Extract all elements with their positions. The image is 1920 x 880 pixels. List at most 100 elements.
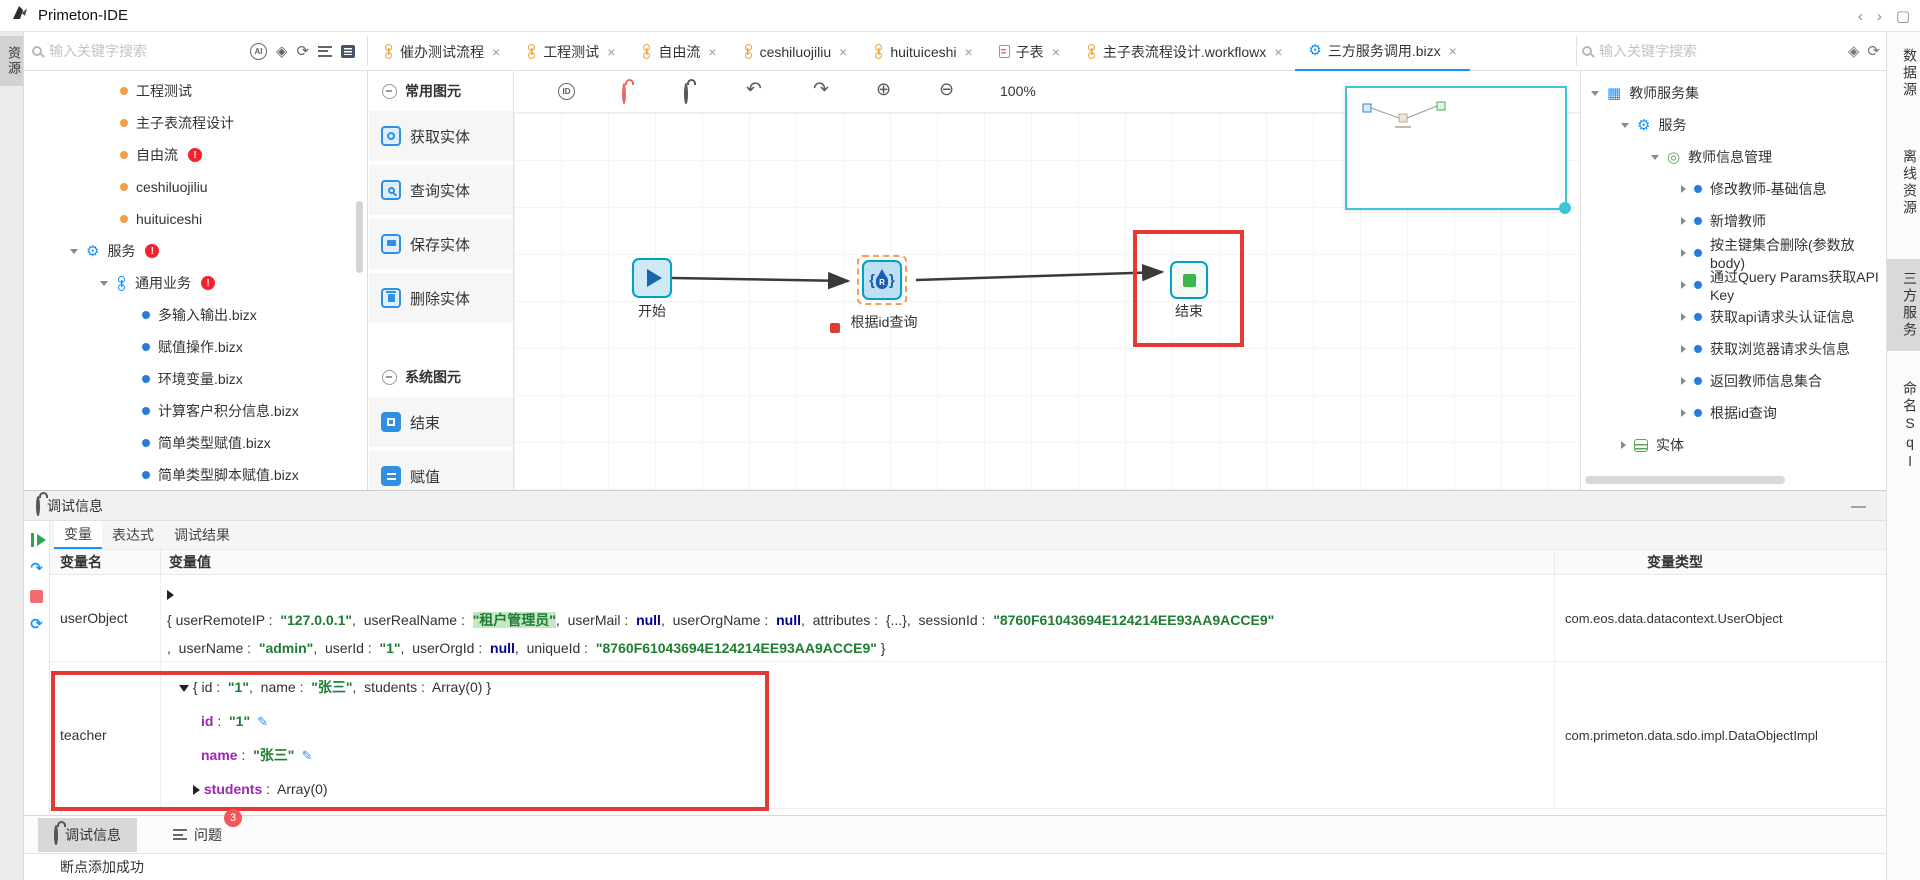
window-restore-icon[interactable]: ▢	[1896, 7, 1910, 25]
close-icon[interactable]: ×	[1274, 44, 1282, 60]
tree-item-service[interactable]: ⚙ 服务	[1581, 109, 1886, 141]
refresh-icon[interactable]: ⟳	[297, 44, 310, 59]
close-icon[interactable]: ×	[965, 44, 973, 60]
caret-right-icon[interactable]	[1681, 249, 1686, 257]
tab-zibiao[interactable]: 子表 ×	[986, 32, 1073, 71]
zoom-in-icon[interactable]: ⊕	[876, 80, 891, 98]
debug-tab-expressions[interactable]: 表达式	[102, 521, 164, 549]
tree-item-service-op[interactable]: 返回教师信息集合	[1581, 365, 1886, 397]
caret-right-icon[interactable]	[1681, 345, 1686, 353]
id-badge-icon[interactable]: ID	[558, 83, 575, 100]
horizontal-scrollbar[interactable]	[1585, 476, 1785, 484]
close-icon[interactable]: ×	[708, 44, 716, 60]
tree-item[interactable]: 工程测试	[24, 75, 367, 107]
guard-icon[interactable]: ◈	[276, 44, 288, 59]
card-view-icon[interactable]	[341, 45, 355, 58]
caret-down-icon[interactable]	[70, 249, 78, 254]
breakpoint-marker[interactable]	[830, 323, 840, 333]
tab-huituiceshi[interactable]: huituiceshi ×	[860, 32, 985, 71]
caret-right-icon[interactable]	[1681, 217, 1686, 225]
caret-down-icon[interactable]	[1621, 123, 1629, 128]
tree-item-service-op[interactable]: 按主键集合删除(参数放body)	[1581, 237, 1886, 269]
tree-item[interactable]: 简单类型脚本赋值.bizx	[24, 459, 367, 490]
palette-item-delete-entity[interactable]: 删除实体	[369, 273, 513, 323]
caret-right-icon[interactable]	[1681, 281, 1686, 289]
debug-run-icon[interactable]	[622, 85, 626, 103]
tree-item-service-op[interactable]: 获取api请求头认证信息	[1581, 301, 1886, 333]
debug-tab-variables[interactable]: 变量	[54, 521, 102, 549]
tree-item-services[interactable]: ⚙ 服务 !	[24, 235, 367, 267]
zoom-out-icon[interactable]: ⊖	[939, 80, 954, 98]
palette-item-save-entity[interactable]: 保存实体	[369, 219, 513, 269]
bottom-tab-problems[interactable]: 问题 3	[157, 818, 238, 852]
tree-item-service-op[interactable]: 根据id查询	[1581, 397, 1886, 429]
zoom-level[interactable]: 100%	[1000, 83, 1036, 99]
caret-right-icon[interactable]	[1681, 409, 1686, 417]
minimap-resize-handle[interactable]	[1559, 202, 1571, 214]
strip-tab-namedsql[interactable]: 命名Sql	[1887, 369, 1920, 484]
close-icon[interactable]: ×	[1052, 44, 1060, 60]
nav-forward-icon[interactable]: ›	[1877, 8, 1882, 25]
debug-tab-results[interactable]: 调试结果	[164, 521, 240, 549]
rerun-icon[interactable]: ⟳	[30, 617, 43, 632]
tree-item[interactable]: 主子表流程设计	[24, 107, 367, 139]
tab-cuibanceshiliucheng[interactable]: 催办测试流程 ×	[370, 32, 513, 71]
close-icon[interactable]: ×	[492, 44, 500, 60]
close-icon[interactable]: ×	[607, 44, 615, 60]
palette-section-common[interactable]: 常用图元	[369, 71, 513, 111]
tree-item[interactable]: 环境变量.bizx	[24, 363, 367, 395]
guard-icon[interactable]: ◈	[1848, 44, 1860, 59]
stop-icon[interactable]	[30, 590, 43, 603]
minimap[interactable]	[1345, 86, 1567, 210]
bottom-tab-debug[interactable]: 调试信息	[38, 818, 137, 852]
palette-item-end[interactable]: 结束	[369, 397, 513, 447]
caret-right-icon[interactable]	[1681, 313, 1686, 321]
resume-icon[interactable]	[31, 533, 43, 547]
node-start[interactable]	[632, 258, 672, 298]
sort-list-icon[interactable]	[318, 46, 332, 57]
caret-right-icon[interactable]	[1681, 185, 1686, 193]
minimize-icon[interactable]: —	[1851, 491, 1866, 521]
palette-item-assign[interactable]: 赋值	[369, 451, 513, 490]
expander-icon[interactable]	[167, 590, 174, 600]
tree-item-service-set[interactable]: ▦ 教师服务集	[1581, 77, 1886, 109]
redo-icon[interactable]: ↷	[813, 80, 829, 99]
palette-section-system[interactable]: 系统图元	[369, 357, 513, 397]
tree-item[interactable]: huituiceshi	[24, 203, 367, 235]
tree-item-common-business[interactable]: 通用业务 !	[24, 267, 367, 299]
palette-item-get-entity[interactable]: 获取实体	[369, 111, 513, 161]
tree-item[interactable]: 自由流 !	[24, 139, 367, 171]
tab-ceshiluojiliu[interactable]: ceshiluojiliu ×	[730, 32, 861, 71]
tab-workflowx[interactable]: 主子表流程设计.workflowx ×	[1073, 32, 1296, 71]
variable-row-userobject[interactable]: userObject { userRemoteIP : "127.0.0.1",…	[50, 575, 1886, 662]
close-icon[interactable]: ×	[1449, 43, 1457, 59]
left-search-input[interactable]	[49, 43, 199, 59]
strip-tab-offline[interactable]: 离线资源	[1887, 137, 1920, 229]
node-task-selected[interactable]: {R}	[857, 255, 907, 305]
tab-sanfangfuwudiaoyong-active[interactable]: ⚙ 三方服务调用.bizx ×	[1295, 32, 1469, 71]
tree-item-service-op[interactable]: 通过Query Params获取API Key	[1581, 269, 1886, 301]
ai-icon[interactable]: AI	[250, 43, 267, 60]
tree-item[interactable]: 计算客户积分信息.bizx	[24, 395, 367, 427]
tree-item-entity[interactable]: 实体	[1581, 429, 1886, 461]
undo-icon[interactable]: ↶	[746, 80, 762, 99]
strip-tab-thirdparty-active[interactable]: 三方服务	[1887, 259, 1920, 351]
caret-right-icon[interactable]	[1621, 441, 1626, 449]
close-icon[interactable]: ×	[839, 44, 847, 60]
palette-item-query-entity[interactable]: 查询实体	[369, 165, 513, 215]
tree-item[interactable]: 多输入输出.bizx	[24, 299, 367, 331]
tree-item[interactable]: ceshiluojiliu	[24, 171, 367, 203]
tree-item-teacher-mgmt[interactable]: ◎ 教师信息管理	[1581, 141, 1886, 173]
tree-item-service-op[interactable]: 获取浏览器请求头信息	[1581, 333, 1886, 365]
caret-down-icon[interactable]	[100, 281, 108, 286]
tree-item[interactable]: 简单类型赋值.bizx	[24, 427, 367, 459]
collapse-icon[interactable]	[382, 84, 397, 99]
tree-item-service-op[interactable]: 修改教师-基础信息	[1581, 173, 1886, 205]
tree-item-service-op[interactable]: 新增教师	[1581, 205, 1886, 237]
collapse-icon[interactable]	[382, 370, 397, 385]
caret-down-icon[interactable]	[1591, 91, 1599, 96]
caret-right-icon[interactable]	[1681, 377, 1686, 385]
strip-tab-datasource[interactable]: 数据源	[1887, 36, 1920, 111]
strip-tab-resources[interactable]: 资源	[0, 36, 23, 86]
right-search-input[interactable]	[1599, 43, 1789, 59]
